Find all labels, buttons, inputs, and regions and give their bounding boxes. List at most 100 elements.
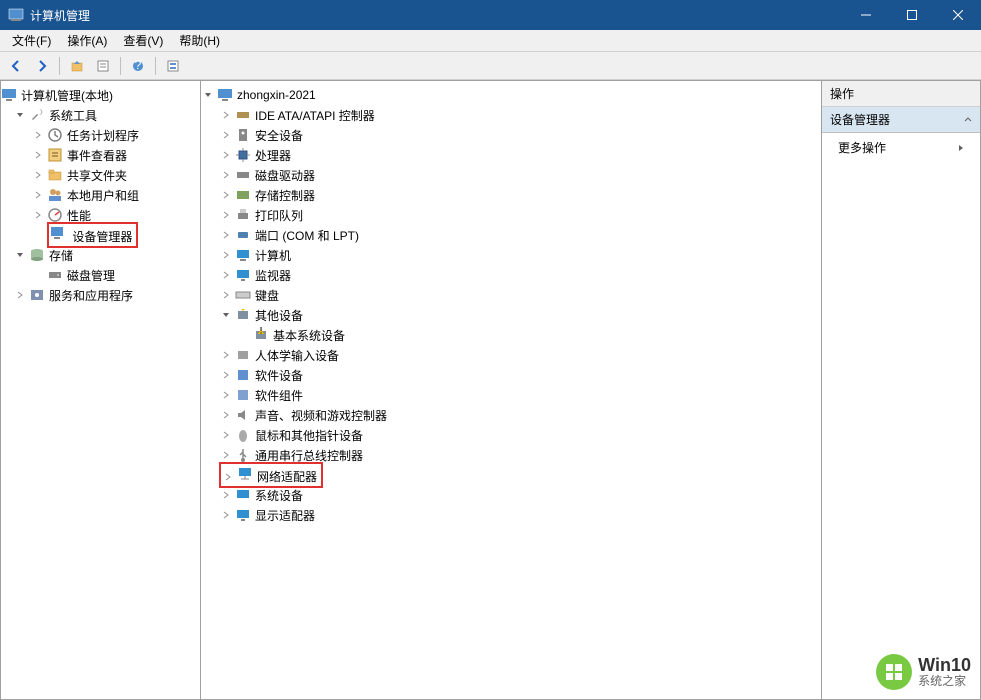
- chevron-right-icon[interactable]: [219, 168, 233, 182]
- chevron-right-icon[interactable]: [219, 448, 233, 462]
- device-other[interactable]: 其他设备: [201, 305, 821, 325]
- mouse-icon: [235, 427, 251, 443]
- chevron-right-icon[interactable]: [31, 188, 45, 202]
- device-disk-drive[interactable]: 磁盘驱动器: [201, 165, 821, 185]
- minimize-button[interactable]: [843, 0, 889, 30]
- device-sound[interactable]: 声音、视频和游戏控制器: [201, 405, 821, 425]
- tree-root-local[interactable]: 计算机管理(本地): [1, 85, 200, 105]
- chevron-right-icon[interactable]: [31, 128, 45, 142]
- device-manager-icon: [49, 225, 65, 241]
- actions-group[interactable]: 设备管理器: [822, 107, 980, 133]
- device-processor[interactable]: 处理器: [201, 145, 821, 165]
- chevron-right-icon[interactable]: [219, 508, 233, 522]
- chevron-right-icon[interactable]: [219, 388, 233, 402]
- chevron-right-icon[interactable]: [13, 288, 27, 302]
- tree-device-manager[interactable]: 设备管理器: [1, 225, 200, 245]
- chevron-right-icon[interactable]: [219, 108, 233, 122]
- device-security[interactable]: 安全设备: [201, 125, 821, 145]
- tree-system-tools[interactable]: 系统工具: [1, 105, 200, 125]
- watermark-line2: 系统之家: [918, 675, 971, 688]
- menu-file[interactable]: 文件(F): [4, 30, 59, 51]
- chevron-right-icon[interactable]: [219, 128, 233, 142]
- device-computer-cat[interactable]: 计算机: [201, 245, 821, 265]
- chevron-right-icon[interactable]: [31, 148, 45, 162]
- disk-icon: [47, 267, 63, 283]
- chevron-right-icon[interactable]: [219, 348, 233, 362]
- computer-icon: [217, 87, 233, 103]
- display-icon: [235, 507, 251, 523]
- chevron-right-icon[interactable]: [219, 408, 233, 422]
- chevron-right-icon[interactable]: [219, 288, 233, 302]
- monitor-icon: [235, 267, 251, 283]
- chevron-right-icon[interactable]: [219, 368, 233, 382]
- actions-more[interactable]: 更多操作: [822, 133, 980, 162]
- toolbar: ?: [0, 52, 981, 80]
- chevron-down-icon[interactable]: [13, 248, 27, 262]
- properties-button[interactable]: [91, 55, 115, 77]
- device-monitor[interactable]: 监视器: [201, 265, 821, 285]
- storage-ctrl-icon: [235, 187, 251, 203]
- device-mouse[interactable]: 鼠标和其他指针设备: [201, 425, 821, 445]
- chevron-right-icon[interactable]: [221, 470, 235, 484]
- tree-task-scheduler[interactable]: 任务计划程序: [1, 125, 200, 145]
- chevron-right-icon[interactable]: [219, 488, 233, 502]
- device-keyboard[interactable]: 键盘: [201, 285, 821, 305]
- chevron-right-icon[interactable]: [219, 428, 233, 442]
- device-software-dev[interactable]: 软件设备: [201, 365, 821, 385]
- chevron-right-icon[interactable]: [219, 228, 233, 242]
- usb-icon: [235, 447, 251, 463]
- device-ide[interactable]: IDE ATA/ATAPI 控制器: [201, 105, 821, 125]
- device-storage-ctrl[interactable]: 存储控制器: [201, 185, 821, 205]
- device-print-queue[interactable]: 打印队列: [201, 205, 821, 225]
- perf-icon: [47, 207, 63, 223]
- chevron-right-icon[interactable]: [219, 188, 233, 202]
- tree-shared-folders[interactable]: 共享文件夹: [1, 165, 200, 185]
- forward-button[interactable]: [30, 55, 54, 77]
- close-button[interactable]: [935, 0, 981, 30]
- device-system-dev[interactable]: 系统设备: [201, 485, 821, 505]
- device-ports[interactable]: 端口 (COM 和 LPT): [201, 225, 821, 245]
- view-button[interactable]: [161, 55, 185, 77]
- tree-disk-mgmt[interactable]: 磁盘管理: [1, 265, 200, 285]
- chevron-right-icon[interactable]: [219, 148, 233, 162]
- sound-icon: [235, 407, 251, 423]
- chevron-down-icon[interactable]: [201, 88, 215, 102]
- tree-services-apps[interactable]: 服务和应用程序: [1, 285, 200, 305]
- device-network[interactable]: 网络适配器: [201, 465, 821, 485]
- tree-local-users[interactable]: 本地用户和组: [1, 185, 200, 205]
- device-display[interactable]: 显示适配器: [201, 505, 821, 525]
- window-title: 计算机管理: [30, 7, 843, 24]
- up-button[interactable]: [65, 55, 89, 77]
- chevron-down-icon[interactable]: [219, 308, 233, 322]
- device-hid[interactable]: 人体学输入设备: [201, 345, 821, 365]
- menu-action[interactable]: 操作(A): [59, 30, 115, 51]
- chevron-right-icon[interactable]: [219, 208, 233, 222]
- app-icon: [8, 7, 24, 23]
- chevron-right-icon[interactable]: [31, 208, 45, 222]
- tree-storage[interactable]: 存储: [1, 245, 200, 265]
- svg-text:!: !: [259, 327, 262, 337]
- maximize-button[interactable]: [889, 0, 935, 30]
- security-icon: [235, 127, 251, 143]
- device-computer-root[interactable]: zhongxin-2021: [201, 85, 821, 105]
- back-button[interactable]: [4, 55, 28, 77]
- menu-view[interactable]: 查看(V): [115, 30, 171, 51]
- actions-header: 操作: [822, 81, 980, 107]
- titlebar: 计算机管理: [0, 0, 981, 30]
- menu-help[interactable]: 帮助(H): [171, 30, 228, 51]
- warning-icon: !: [253, 327, 269, 343]
- chevron-down-icon[interactable]: [13, 108, 27, 122]
- watermark-logo: [876, 654, 912, 690]
- device-software-comp[interactable]: 软件组件: [201, 385, 821, 405]
- users-icon: [47, 187, 63, 203]
- chevron-right-icon[interactable]: [219, 248, 233, 262]
- system-icon: [235, 487, 251, 503]
- chevron-right-icon[interactable]: [31, 168, 45, 182]
- tree-event-viewer[interactable]: 事件查看器: [1, 145, 200, 165]
- device-basic-sys[interactable]: !基本系统设备: [201, 325, 821, 345]
- help-button[interactable]: ?: [126, 55, 150, 77]
- chevron-right-icon[interactable]: [219, 268, 233, 282]
- menubar: 文件(F) 操作(A) 查看(V) 帮助(H): [0, 30, 981, 52]
- software-icon: [235, 367, 251, 383]
- pc-icon: [235, 247, 251, 263]
